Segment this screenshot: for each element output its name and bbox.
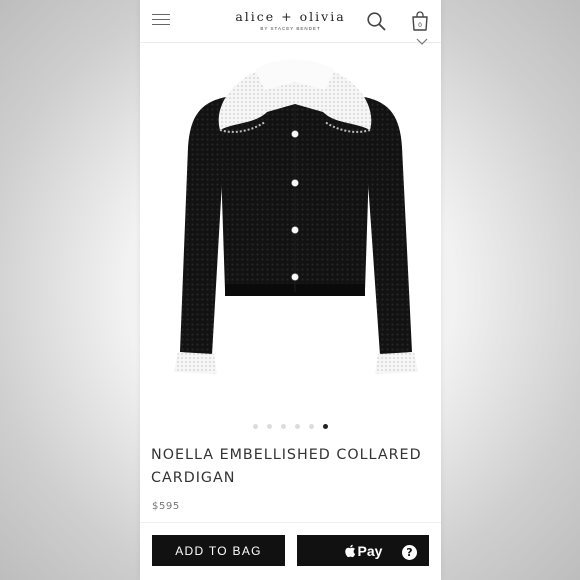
brand-logo[interactable]: alice + olivia [140, 9, 441, 24]
gallery-dot[interactable] [267, 424, 272, 429]
gallery-dot[interactable] [281, 424, 286, 429]
search-icon[interactable] [366, 11, 386, 31]
product-title: NOELLA EMBELLISHED COLLARED CARDIGAN [151, 444, 431, 490]
product-price: $595 [152, 501, 180, 512]
product-page: alice + olivia BY STACEY BENDET 0 NOELLA… [140, 0, 441, 580]
brand-tagline: BY STACEY BENDET [260, 26, 321, 31]
gallery-dot[interactable] [253, 424, 258, 429]
chevron-down-icon[interactable] [416, 38, 428, 46]
shopping-bag-icon[interactable]: 0 [410, 10, 430, 32]
bag-count: 0 [418, 22, 422, 29]
help-icon[interactable]: ? [402, 545, 417, 560]
gallery-dot-active[interactable] [323, 424, 328, 429]
gallery-dot[interactable] [295, 424, 300, 429]
gallery-dot[interactable] [309, 424, 314, 429]
apple-icon [344, 544, 355, 557]
product-title-line: CARDIGAN [151, 470, 236, 486]
product-image[interactable] [160, 52, 430, 387]
product-title-line: NOELLA EMBELLISHED COLLARED [151, 447, 422, 463]
add-to-bag-button[interactable]: ADD TO BAG [152, 535, 285, 566]
site-header: alice + olivia BY STACEY BENDET 0 [140, 0, 441, 43]
apple-pay-label: Pay [357, 542, 383, 559]
divider [140, 522, 441, 523]
